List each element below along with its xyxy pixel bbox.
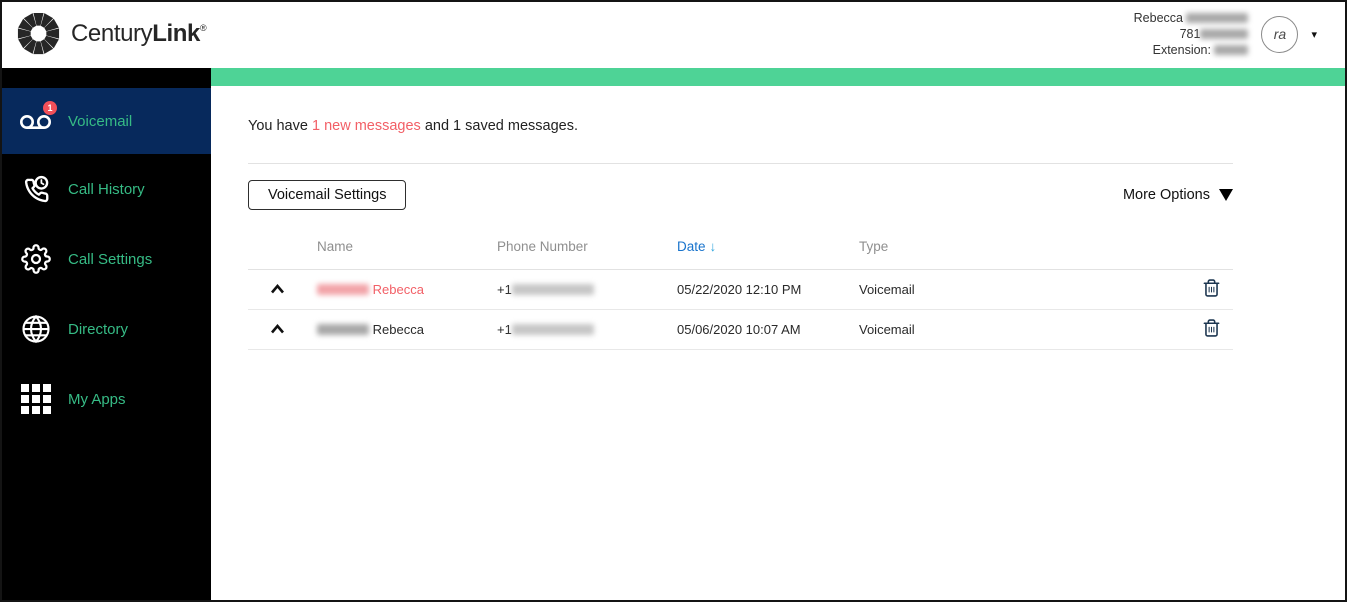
phone-number-cell: +1 — [497, 282, 677, 297]
delete-voicemail-button[interactable] — [1200, 276, 1223, 303]
sidebar-item-label: My Apps — [68, 390, 126, 408]
sidebar-item-my-apps[interactable]: My Apps — [2, 364, 211, 434]
avatar-initials: ra — [1273, 26, 1287, 42]
more-options-label: More Options — [1122, 187, 1210, 203]
account-extension-redacted — [1214, 45, 1249, 55]
date-cell: 05/22/2020 12:10 PM — [677, 282, 802, 297]
sidebar-item-voicemail[interactable]: 1 Voicemail — [2, 88, 211, 154]
sidebar-item-label: Directory — [68, 320, 129, 338]
sidebar-item-label: Call History — [68, 180, 145, 198]
main-content: You have 1 new messages and 1 saved mess… — [211, 86, 1345, 600]
expand-row-button[interactable] — [248, 282, 317, 297]
sidebar-item-label: Voicemail — [68, 112, 133, 130]
call-history-icon — [17, 174, 55, 204]
caller-name-cell: Rebecca — [317, 282, 497, 297]
account-phone-redacted — [1200, 29, 1249, 39]
date-header-label: Date — [677, 239, 706, 254]
voicemail-settings-button[interactable]: Voicemail Settings — [248, 180, 407, 210]
delete-voicemail-button[interactable] — [1200, 316, 1223, 343]
brand-link: Link — [152, 19, 200, 47]
chevron-up-icon — [271, 283, 284, 294]
table-row[interactable]: Rebecca +1 05/06/2020 10:07 AM Voicemail — [248, 310, 1233, 350]
voicemail-icon: 1 — [17, 101, 57, 133]
trash-icon — [1203, 279, 1219, 297]
sidebar-item-label: Call Settings — [68, 250, 153, 268]
directory-icon — [17, 314, 55, 344]
table-row[interactable]: Rebecca +1 05/22/2020 12:10 PM Voicemail — [248, 270, 1233, 310]
account-extension-label: Extension: — [1152, 43, 1211, 57]
column-header-name[interactable]: Name — [317, 239, 497, 254]
caller-first-name: Rebecca — [372, 322, 424, 337]
phone-prefix: +1 — [497, 282, 512, 297]
toolbar: Voicemail Settings More Options — [248, 180, 1233, 210]
account-first-name: Rebecca — [1133, 11, 1183, 25]
call-settings-icon — [17, 244, 55, 274]
summary-suffix: and 1 saved messages. — [424, 118, 578, 134]
avatar[interactable]: ra — [1261, 15, 1299, 53]
sidebar-item-call-settings[interactable]: Call Settings — [2, 224, 211, 294]
phone-number-cell: +1 — [497, 322, 677, 337]
column-header-type[interactable]: Type — [859, 239, 1189, 254]
sidebar-item-call-history[interactable]: Call History — [2, 154, 211, 224]
sort-descending-icon: ↓ — [709, 239, 717, 254]
account-phone-prefix: 781 — [1179, 27, 1201, 41]
filter-icon — [1219, 189, 1233, 201]
brand-century: Century — [71, 19, 153, 47]
phone-redacted — [511, 324, 594, 335]
more-options-button[interactable]: More Options — [1123, 187, 1233, 203]
column-header-phone[interactable]: Phone Number — [497, 239, 677, 254]
sidebar-nav: 1 Voicemail Call History Call Settings D… — [2, 68, 211, 600]
caller-name-cell: Rebecca — [317, 322, 497, 337]
centurylink-logo: CenturyLink® — [15, 10, 207, 57]
new-messages-link[interactable]: 1 new messages — [312, 118, 421, 134]
trash-icon — [1203, 319, 1219, 337]
voicemail-table: Name Phone Number Date ↓ Type Rebecca +1 … — [248, 224, 1233, 350]
centurylink-burst-icon — [17, 12, 60, 55]
table-header-row: Name Phone Number Date ↓ Type — [248, 224, 1233, 270]
account-info: Rebecca 781 Extension: — [1134, 10, 1249, 58]
type-cell: Voicemail — [859, 282, 915, 297]
expand-row-button[interactable] — [248, 322, 317, 337]
registered-trademark: ® — [200, 22, 207, 33]
summary-prefix: You have — [248, 118, 308, 134]
top-header: CenturyLink® Rebecca 781 Extension: ra ▾ — [2, 2, 1345, 68]
voicemail-count-badge: 1 — [43, 101, 57, 115]
phone-redacted — [511, 284, 594, 295]
message-summary: You have 1 new messages and 1 saved mess… — [248, 118, 1233, 134]
account-lastname-redacted — [1186, 13, 1249, 23]
date-cell: 05/06/2020 10:07 AM — [677, 322, 801, 337]
lastname-redacted — [317, 284, 369, 295]
account-menu-caret-icon[interactable]: ▾ — [1311, 28, 1317, 41]
caller-first-name: Rebecca — [372, 282, 424, 297]
divider — [248, 163, 1233, 164]
type-cell: Voicemail — [859, 322, 915, 337]
accent-bar — [197, 68, 1345, 86]
my-apps-icon — [17, 384, 55, 414]
account-area: Rebecca 781 Extension: ra ▾ — [1134, 10, 1317, 58]
account-name: Rebecca — [1134, 10, 1249, 26]
phone-prefix: +1 — [497, 322, 512, 337]
chevron-up-icon — [271, 323, 284, 334]
brand-wordmark: CenturyLink® — [71, 19, 207, 48]
account-extension: Extension: — [1134, 42, 1249, 58]
app-window: CenturyLink® Rebecca 781 Extension: ra ▾… — [0, 0, 1347, 602]
lastname-redacted — [317, 324, 369, 335]
sidebar-item-directory[interactable]: Directory — [2, 294, 211, 364]
account-phone: 781 — [1134, 26, 1249, 42]
column-header-date[interactable]: Date ↓ — [677, 239, 859, 254]
